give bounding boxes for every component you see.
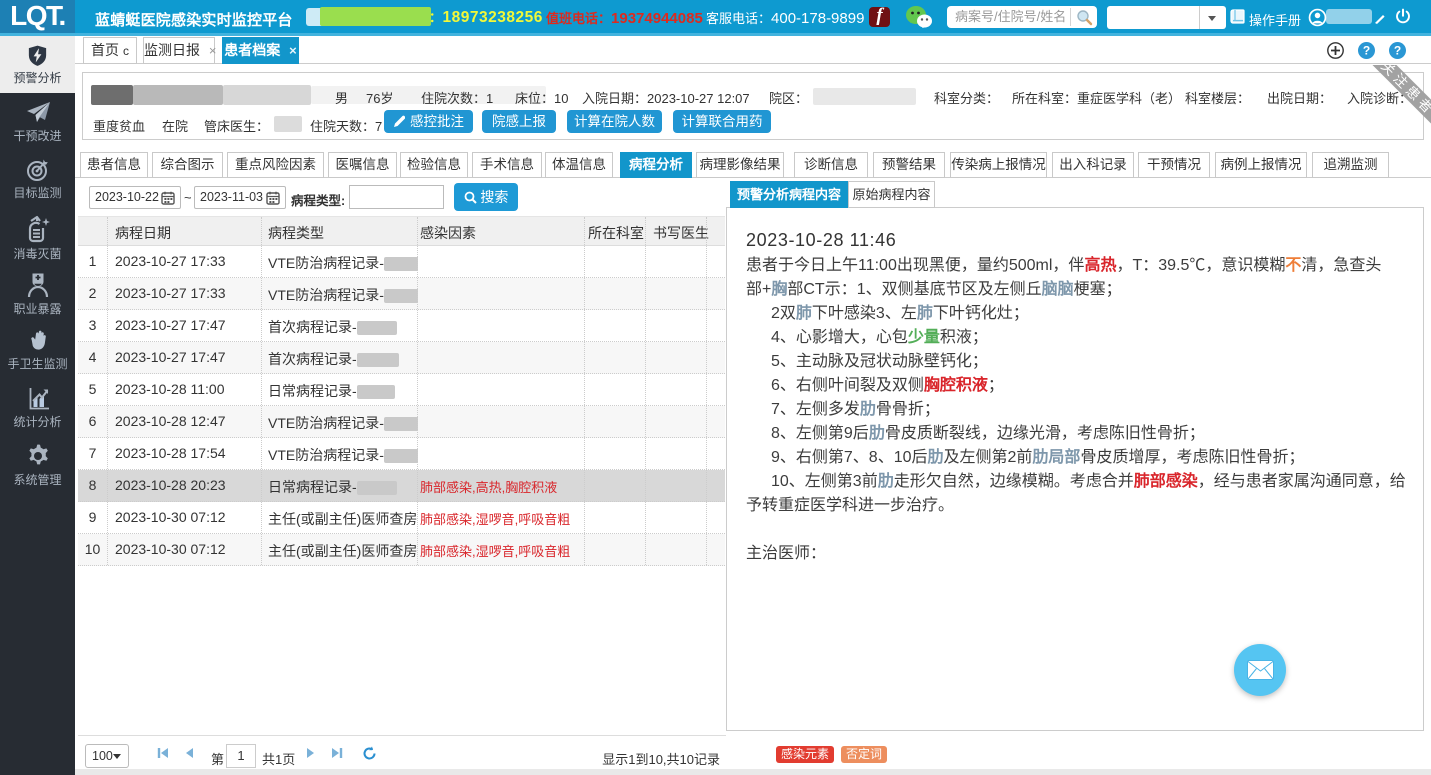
svg-text:?: ?	[1394, 44, 1401, 58]
svg-text:?: ?	[1363, 44, 1370, 58]
